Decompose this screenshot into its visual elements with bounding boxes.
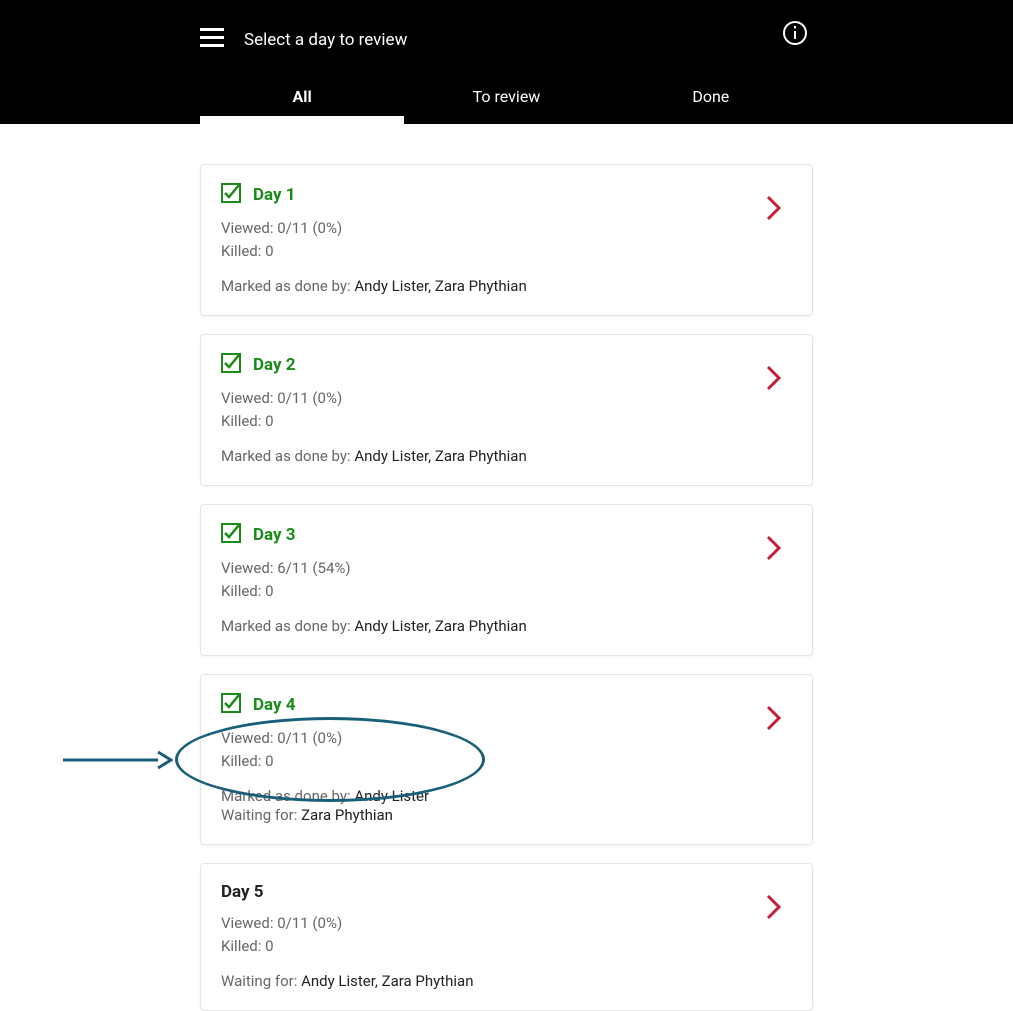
killed-stat: Killed: 0 <box>221 240 792 263</box>
day-card[interactable]: Day 1 Viewed: 0/11 (0%) Killed: 0 Marked… <box>200 164 813 316</box>
header-top-row: Select a day to review <box>200 0 813 62</box>
viewed-stat: Viewed: 0/11 (0%) <box>221 387 792 410</box>
marked-label: Marked as done by: <box>221 277 354 295</box>
tab-done[interactable]: Done <box>609 87 813 124</box>
marked-section: Marked as done by: Andy Lister, Zara Phy… <box>221 276 792 295</box>
marked-names: Andy Lister, Zara Phythian <box>354 447 526 465</box>
killed-stat: Killed: 0 <box>221 750 792 773</box>
tab-all[interactable]: All <box>200 87 404 124</box>
killed-stat: Killed: 0 <box>221 935 792 958</box>
card-header: Day 3 <box>221 523 792 547</box>
day-title: Day 2 <box>253 355 296 375</box>
marked-section: Marked as done by: Andy Lister Waiting f… <box>221 786 792 824</box>
marked-section: Marked as done by: Andy Lister, Zara Phy… <box>221 446 792 465</box>
waiting-names: Andy Lister, Zara Phythian <box>301 972 473 990</box>
chevron-right-icon <box>766 535 782 565</box>
chevron-right-icon <box>766 894 782 924</box>
day-card[interactable]: Day 3 Viewed: 6/11 (54%) Killed: 0 Marke… <box>200 504 813 656</box>
day-title: Day 3 <box>253 525 296 545</box>
day-title: Day 1 <box>253 185 296 205</box>
check-icon <box>221 353 241 377</box>
check-icon <box>221 523 241 547</box>
killed-stat: Killed: 0 <box>221 580 792 603</box>
marked-label: Marked as done by: <box>221 447 354 465</box>
day-title: Day 5 <box>221 882 264 902</box>
check-icon <box>221 693 241 717</box>
day-card[interactable]: Day 2 Viewed: 0/11 (0%) Killed: 0 Marked… <box>200 334 813 486</box>
chevron-right-icon <box>766 705 782 735</box>
check-icon <box>221 183 241 207</box>
info-icon[interactable] <box>782 20 808 50</box>
tab-bar: All To review Done <box>200 62 813 124</box>
card-header: Day 4 <box>221 693 792 717</box>
marked-label: Marked as done by: <box>221 617 354 635</box>
waiting-label: Waiting for: <box>221 972 301 990</box>
viewed-stat: Viewed: 0/11 (0%) <box>221 727 792 750</box>
chevron-right-icon <box>766 365 782 395</box>
viewed-stat: Viewed: 6/11 (54%) <box>221 557 792 580</box>
day-list: Day 1 Viewed: 0/11 (0%) Killed: 0 Marked… <box>0 124 1013 1011</box>
marked-names: Andy Lister, Zara Phythian <box>354 617 526 635</box>
killed-stat: Killed: 0 <box>221 410 792 433</box>
marked-section: Waiting for: Andy Lister, Zara Phythian <box>221 971 792 990</box>
waiting-label: Waiting for: <box>221 806 301 824</box>
card-header: Day 5 <box>221 882 792 902</box>
card-header: Day 1 <box>221 183 792 207</box>
marked-section: Marked as done by: Andy Lister, Zara Phy… <box>221 616 792 635</box>
marked-label: Marked as done by: <box>221 787 354 805</box>
waiting-names: Zara Phythian <box>301 806 393 824</box>
marked-names: Andy Lister, Zara Phythian <box>354 277 526 295</box>
page-title: Select a day to review <box>244 30 407 50</box>
day-card[interactable]: Day 5 Viewed: 0/11 (0%) Killed: 0 Waitin… <box>200 863 813 1011</box>
viewed-stat: Viewed: 0/11 (0%) <box>221 217 792 240</box>
chevron-right-icon <box>766 195 782 225</box>
tab-to-review[interactable]: To review <box>404 87 608 124</box>
day-card[interactable]: Day 4 Viewed: 0/11 (0%) Killed: 0 Marked… <box>200 674 813 845</box>
app-header: Select a day to review All To review Don… <box>0 0 1013 124</box>
day-title: Day 4 <box>253 695 296 715</box>
marked-names: Andy Lister <box>354 787 429 805</box>
card-header: Day 2 <box>221 353 792 377</box>
viewed-stat: Viewed: 0/11 (0%) <box>221 912 792 935</box>
menu-icon[interactable] <box>200 28 224 52</box>
